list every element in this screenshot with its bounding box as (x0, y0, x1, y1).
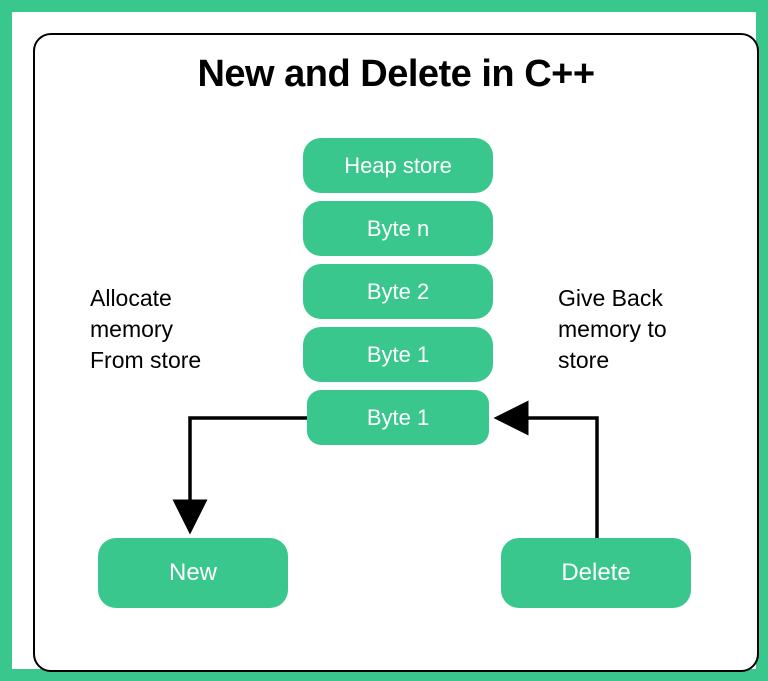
arrow-from-delete (497, 418, 597, 538)
byte-n-node: Byte n (303, 201, 493, 256)
diagram-title: New and Delete in C++ (35, 53, 757, 96)
diagram-frame: New and Delete in C++ Heap store Byte n … (33, 33, 759, 672)
delete-operation-node: Delete (501, 538, 691, 608)
outer-border: New and Delete in C++ Heap store Byte n … (0, 0, 768, 681)
byte-2-node: Byte 2 (303, 264, 493, 319)
new-operation-node: New (98, 538, 288, 608)
byte-1-upper-node: Byte 1 (303, 327, 493, 382)
heap-store-node: Heap store (303, 138, 493, 193)
byte-1-lower-node: Byte 1 (307, 390, 489, 445)
arrow-to-new (190, 418, 307, 531)
allocate-label: AllocatememoryFrom store (90, 283, 201, 376)
giveback-label: Give Backmemory tostore (558, 283, 667, 376)
